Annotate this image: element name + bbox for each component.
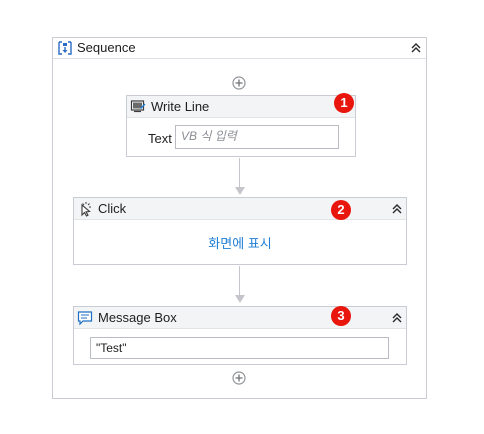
- arrow-down-icon: [235, 295, 245, 303]
- write-line-title: Write Line: [151, 99, 210, 114]
- indicate-on-screen-link[interactable]: 화면에 표시: [74, 236, 406, 252]
- double-chevron-up-icon[interactable]: [409, 41, 423, 55]
- sequence-icon: [58, 41, 72, 55]
- write-line-activity[interactable]: Write Line 1 Text VB 식 입력: [126, 93, 356, 157]
- sequence-title: Sequence: [77, 40, 136, 55]
- message-box-activity[interactable]: Message Box 3 "Test": [73, 306, 407, 365]
- step-badge-3: 3: [331, 306, 351, 326]
- sequence-header: Sequence: [53, 38, 426, 59]
- message-box-header: Message Box: [74, 307, 406, 329]
- connector-line: [239, 158, 240, 188]
- write-line-header: Write Line: [127, 96, 355, 118]
- text-input-placeholder: VB 식 입력: [181, 129, 237, 143]
- connector-line: [239, 266, 240, 296]
- arrow-down-icon: [235, 187, 245, 195]
- click-activity[interactable]: Click 2 화면에 표시: [73, 197, 407, 265]
- message-text-value: "Test": [96, 341, 127, 355]
- text-field-label: Text: [148, 131, 172, 146]
- sequence-container[interactable]: Sequence Write Line 1 Text VB 식 입력 Click…: [52, 37, 427, 399]
- message-box-title: Message Box: [98, 310, 177, 325]
- step-badge-2: 2: [331, 200, 351, 220]
- double-chevron-up-icon[interactable]: [390, 202, 404, 216]
- plus-circle-icon[interactable]: [232, 371, 246, 385]
- click-title: Click: [98, 201, 127, 216]
- message-text-input[interactable]: "Test": [90, 337, 389, 359]
- write-line-icon: [130, 100, 146, 113]
- plus-circle-icon[interactable]: [232, 76, 246, 90]
- step-badge-1: 1: [334, 93, 354, 113]
- double-chevron-up-icon[interactable]: [390, 311, 404, 325]
- click-header: Click: [74, 198, 406, 220]
- click-icon: [81, 202, 91, 217]
- text-input[interactable]: VB 식 입력: [175, 125, 339, 149]
- message-box-icon: [77, 311, 93, 326]
